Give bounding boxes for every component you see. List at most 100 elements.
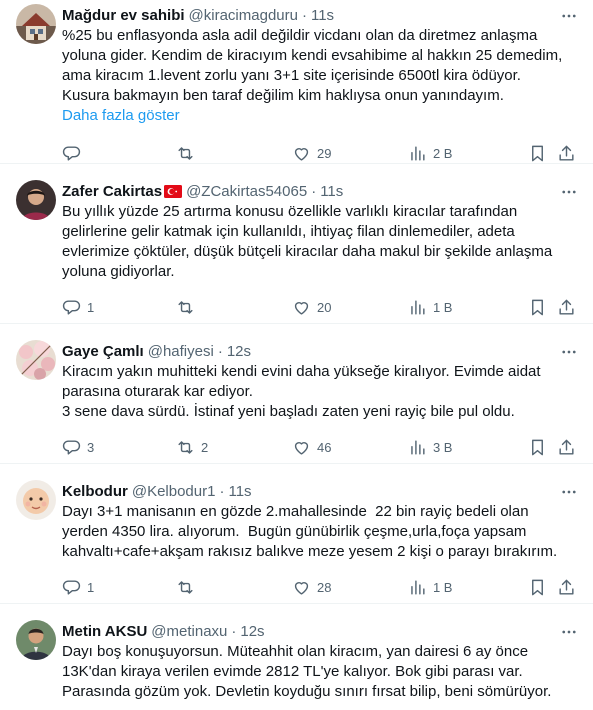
display-name[interactable]: Zafer Cakirtas <box>62 183 162 200</box>
reply-button[interactable] <box>62 144 176 163</box>
user-handle[interactable]: @hafiyesi <box>148 343 214 360</box>
more-horizontal-icon[interactable] <box>559 342 579 362</box>
reply-icon <box>62 439 81 455</box>
retweet-count: 2 <box>201 439 209 455</box>
more-horizontal-icon[interactable] <box>559 182 579 202</box>
like-count: 29 <box>316 145 332 161</box>
tweet[interactable]: Zafer Cakirtas @ZCakirtas54065 · 11s Bu … <box>0 164 593 324</box>
view-count: 3 B <box>432 439 453 455</box>
view-count: 1 B <box>432 299 453 315</box>
separator-dot: · <box>219 482 225 500</box>
share-icon <box>559 145 574 161</box>
share-button[interactable] <box>557 144 577 163</box>
tweet-header: Gaye Çamlı @hafiyesi · 12s <box>62 340 577 362</box>
tweet-header: Metin AKSU @metinaxu · 12s <box>62 620 577 642</box>
more-horizontal-icon[interactable] <box>559 622 579 642</box>
like-count: 46 <box>316 439 332 455</box>
bookmark-button[interactable] <box>528 144 557 163</box>
tweet-actions: 3 2 46 3 B <box>62 426 577 468</box>
heart-icon <box>294 301 309 315</box>
timestamp[interactable]: 11s <box>320 183 343 200</box>
retweet-button[interactable] <box>176 144 292 163</box>
tweet-text: Dayı boş konuşuyorsun. Müteahhit olan ki… <box>62 643 552 700</box>
views-chart-icon <box>411 439 425 455</box>
retweet-icon <box>178 440 193 454</box>
share-button[interactable] <box>557 298 577 317</box>
tweet-header: Kelbodur @Kelbodur1 · 11s <box>62 480 577 502</box>
like-button[interactable]: 28 <box>292 578 408 597</box>
tweet[interactable]: Gaye Çamlı @hafiyesi · 12s Kiracım yakın… <box>0 324 593 464</box>
heart-icon <box>294 441 309 455</box>
user-handle[interactable]: @Kelbodur1 <box>132 483 216 500</box>
reply-button[interactable]: 3 <box>62 438 176 457</box>
reply-count: 3 <box>87 439 95 455</box>
user-handle[interactable]: @kiracimagduru <box>189 7 298 24</box>
separator-dot: · <box>311 182 317 200</box>
like-count: 20 <box>316 299 332 315</box>
views-chart-icon <box>411 299 425 315</box>
share-button[interactable] <box>557 578 577 597</box>
reply-icon <box>62 579 81 595</box>
retweet-icon <box>178 146 193 160</box>
view-count: 1 B <box>432 579 453 595</box>
share-icon <box>559 579 574 595</box>
tweet-actions: 1 28 1 B <box>62 566 577 608</box>
more-horizontal-icon[interactable] <box>559 482 579 502</box>
retweet-button[interactable] <box>176 578 292 597</box>
tweet[interactable]: Metin AKSU @metinaxu · 12s Dayı boş konu… <box>0 604 593 710</box>
views-chart-icon <box>411 579 425 595</box>
retweet-icon <box>178 300 193 314</box>
tweet[interactable]: Kelbodur @Kelbodur1 · 11s Dayı 3+1 manis… <box>0 464 593 604</box>
like-button[interactable]: 29 <box>292 144 408 163</box>
like-count: 28 <box>316 579 332 595</box>
bookmark-button[interactable] <box>528 438 557 457</box>
display-name[interactable]: Mağdur ev sahibi <box>62 7 185 24</box>
timestamp[interactable]: 12s <box>240 623 264 640</box>
bookmark-button[interactable] <box>528 298 557 317</box>
timestamp[interactable]: 11s <box>228 483 251 500</box>
reply-button[interactable]: 1 <box>62 578 176 597</box>
bookmark-button[interactable] <box>528 578 557 597</box>
reply-count: 1 <box>87 299 95 315</box>
bookmark-icon <box>531 299 543 315</box>
views-button[interactable]: 1 B <box>408 578 528 597</box>
reply-button[interactable]: 1 <box>62 298 176 317</box>
display-name[interactable]: Kelbodur <box>62 483 128 500</box>
tweet[interactable]: Mağdur ev sahibi @kiracimagduru · 11s %2… <box>0 0 593 164</box>
share-icon <box>559 299 574 315</box>
retweet-icon <box>178 580 193 594</box>
share-button[interactable] <box>557 438 577 457</box>
more-horizontal-icon[interactable] <box>559 6 579 26</box>
retweet-button[interactable] <box>176 298 292 317</box>
reply-icon <box>62 145 81 161</box>
timeline-feed: Mağdur ev sahibi @kiracimagduru · 11s %2… <box>0 0 593 710</box>
timestamp[interactable]: 12s <box>227 343 251 360</box>
views-button[interactable]: 3 B <box>408 438 528 457</box>
display-name[interactable]: Metin AKSU <box>62 623 147 640</box>
tweet-text: %25 bu enflasyonda asla adil değildir vi… <box>62 27 563 104</box>
avatar[interactable] <box>16 620 56 660</box>
like-button[interactable]: 20 <box>292 298 408 317</box>
retweet-button[interactable]: 2 <box>176 438 292 457</box>
view-count: 2 B <box>432 145 453 161</box>
views-chart-icon <box>411 145 425 161</box>
user-handle[interactable]: @metinaxu <box>151 623 227 640</box>
avatar[interactable] <box>16 180 56 220</box>
tweet-header: Mağdur ev sahibi @kiracimagduru · 11s <box>62 4 577 26</box>
bookmark-icon <box>531 145 543 161</box>
avatar[interactable] <box>16 4 56 44</box>
avatar[interactable] <box>16 340 56 380</box>
user-handle[interactable]: @ZCakirtas54065 <box>186 183 307 200</box>
tweet-actions: 1 20 1 B <box>62 286 577 328</box>
display-name[interactable]: Gaye Çamlı <box>62 343 144 360</box>
separator-dot: · <box>231 622 237 640</box>
show-more-link[interactable]: Daha fazla göster <box>62 106 577 126</box>
timestamp[interactable]: 11s <box>311 7 334 24</box>
heart-icon <box>294 147 309 161</box>
reply-count: 1 <box>87 579 95 595</box>
views-button[interactable]: 2 B <box>408 144 528 163</box>
avatar[interactable] <box>16 480 56 520</box>
tweet-header: Zafer Cakirtas @ZCakirtas54065 · 11s <box>62 180 577 202</box>
views-button[interactable]: 1 B <box>408 298 528 317</box>
like-button[interactable]: 46 <box>292 438 408 457</box>
